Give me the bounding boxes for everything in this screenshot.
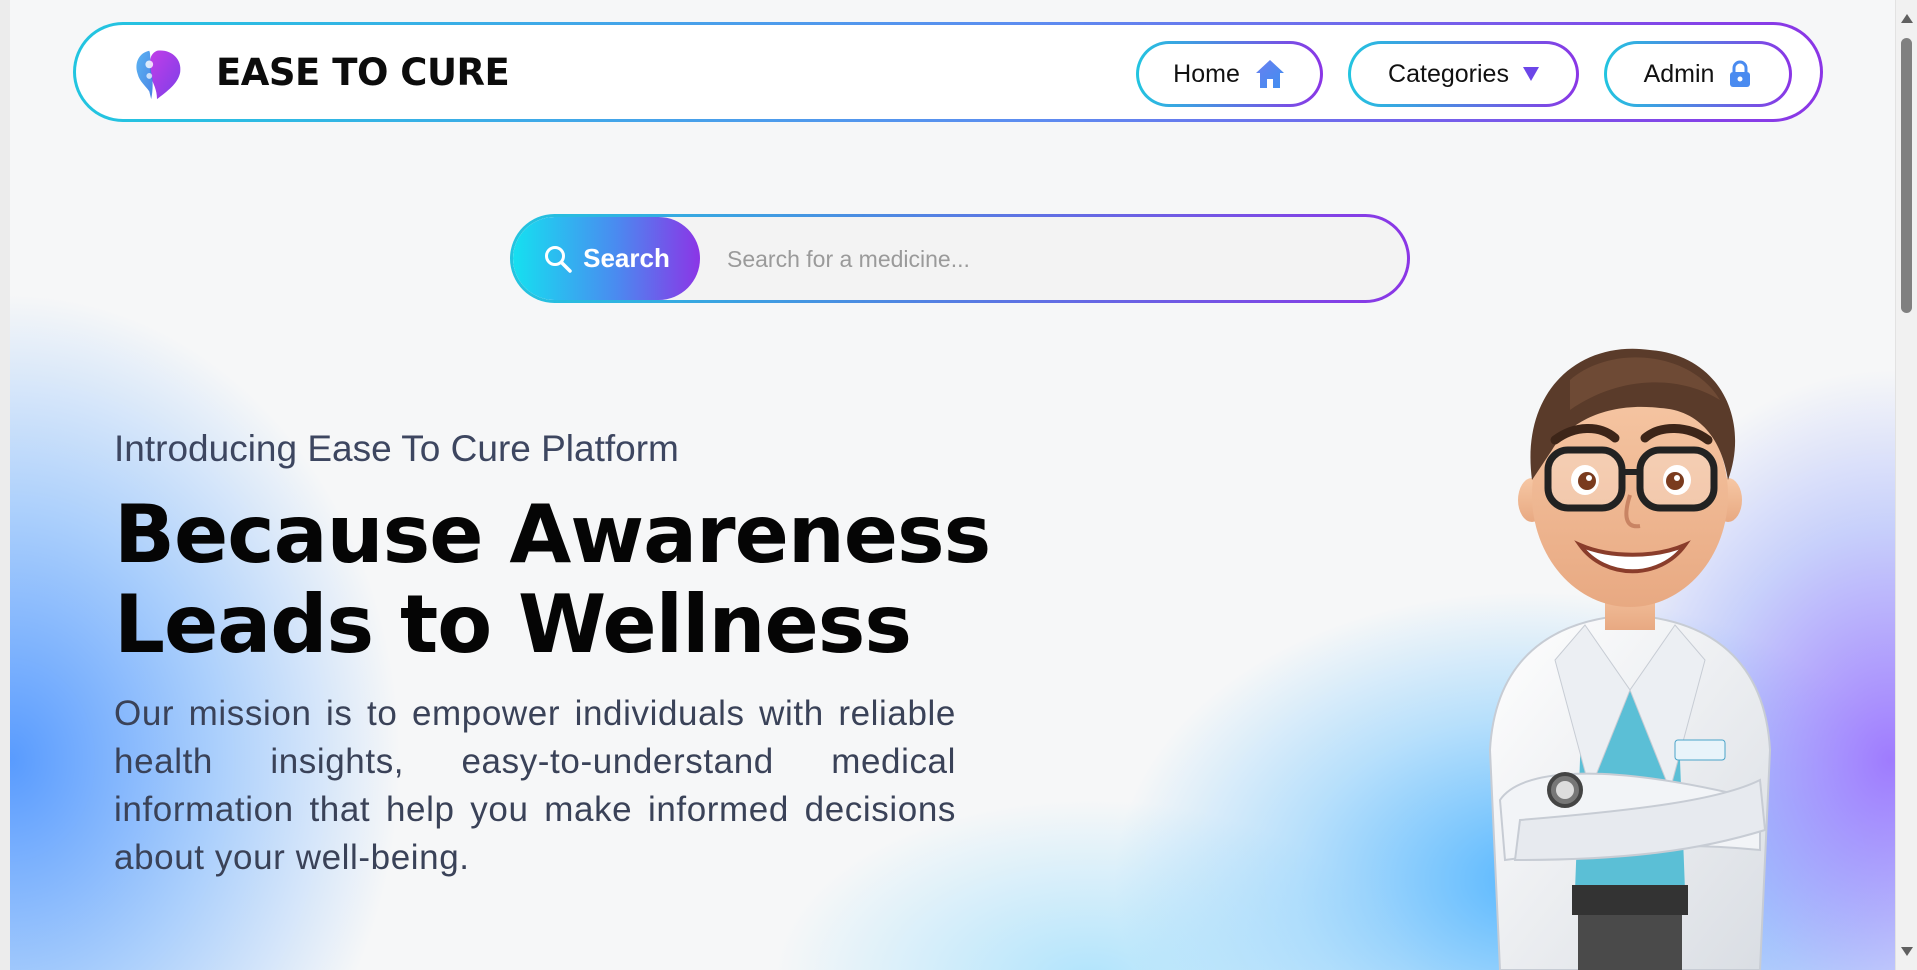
hero-intro: Introducing Ease To Cure Platform: [114, 428, 679, 469]
search-icon: [545, 245, 572, 273]
chevron-down-icon: [1522, 67, 1539, 81]
page-viewport: EASE TO CURE Home Categories Admin Searc…: [0, 0, 1895, 970]
search-bar: Search: [510, 214, 1410, 303]
search-button-label: Search: [583, 243, 670, 273]
nav-categories-label: Categories: [1388, 59, 1509, 88]
lock-icon: [1730, 60, 1751, 87]
brand-name[interactable]: EASE TO CURE: [216, 51, 510, 94]
top-navbar: EASE TO CURE Home Categories Admin: [73, 22, 1823, 122]
hero-mission-text: Our mission is to empower individuals wi…: [114, 694, 956, 877]
hero-headline: Because Awareness Leads to Wellness: [114, 490, 1014, 670]
search-input[interactable]: [725, 217, 1389, 300]
nav-admin-label: Admin: [1643, 59, 1715, 88]
nav-home-button[interactable]: Home: [1136, 41, 1323, 107]
nav-home-label: Home: [1173, 59, 1240, 88]
navbar-inner: EASE TO CURE Home Categories Admin: [76, 25, 1820, 119]
doctor-illustration: [1488, 348, 1772, 970]
hero-headline-line1: Because Awareness: [114, 488, 991, 581]
home-icon: [1255, 60, 1284, 88]
nav-admin-button[interactable]: Admin: [1604, 41, 1792, 107]
nav-admin-inner[interactable]: Admin: [1607, 44, 1789, 104]
scroll-down-arrow-icon[interactable]: [1901, 947, 1913, 956]
hero-headline-line2: Leads to Wellness: [114, 578, 912, 671]
search-button[interactable]: Search: [513, 217, 700, 300]
nav-categories-dropdown[interactable]: Categories: [1348, 41, 1579, 107]
nav-categories-inner[interactable]: Categories: [1351, 44, 1576, 104]
search-bar-inner: Search: [513, 217, 1407, 300]
vertical-scrollbar[interactable]: [1895, 0, 1917, 970]
nav-home-button-inner[interactable]: Home: [1139, 44, 1320, 104]
scroll-up-arrow-icon[interactable]: [1901, 14, 1913, 23]
scrollbar-thumb[interactable]: [1901, 38, 1912, 313]
head-heart-logo-icon[interactable]: [128, 45, 186, 103]
